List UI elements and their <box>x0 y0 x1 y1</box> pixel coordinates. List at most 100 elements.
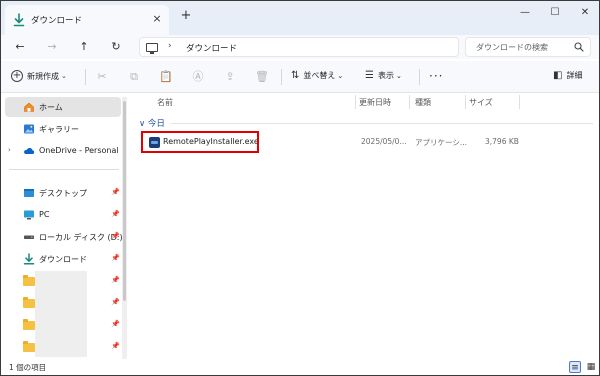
download-icon <box>13 13 25 27</box>
sidebar-scroll-thumb[interactable] <box>123 101 126 301</box>
sidebar-item-downloads[interactable]: ダウンロード 📌 <box>5 249 121 269</box>
chevron-down-icon: ⌄ <box>61 72 67 80</box>
desktop-icon <box>24 189 34 197</box>
pin-icon[interactable]: 📌 <box>111 342 120 350</box>
column-header-type[interactable]: 種類 <box>415 97 431 108</box>
pin-icon[interactable]: 📌 <box>111 188 120 196</box>
rename-icon[interactable]: Ⓐ <box>191 70 205 84</box>
cut-icon[interactable]: ✂ <box>95 70 109 84</box>
pin-icon[interactable]: 📌 <box>111 276 120 284</box>
sidebar-divider <box>9 169 119 170</box>
download-icon <box>23 253 35 265</box>
file-modified: 2025/05/0... <box>361 137 407 146</box>
drive-icon <box>24 235 34 239</box>
folder-icon <box>23 319 35 330</box>
command-bar: + 新規作成 ⌄ ✂ ⧉ 📋 Ⓐ ⇪ 🗑 ⇅ 並べ替え ⌄ ☰ 表示 ⌄ ··· ◧ 詳細 <box>1 61 599 93</box>
search-input[interactable]: ダウンロードの検索 <box>465 37 591 57</box>
up-button[interactable]: ↑ <box>75 39 93 55</box>
folder-icon <box>23 275 35 286</box>
new-label: 新規作成 <box>27 71 59 81</box>
file-type: アプリケーシ... <box>415 138 468 147</box>
item-count: 1 個の項目 <box>9 363 47 372</box>
search-icon <box>574 42 584 52</box>
details-pane-button[interactable]: ◧ 詳細 <box>553 70 582 84</box>
search-placeholder: ダウンロードの検索 <box>476 43 548 52</box>
chevron-down-icon: ⌄ <box>337 71 344 80</box>
sidebar-item-pc[interactable]: PC 📌 <box>5 205 121 225</box>
group-divider <box>171 123 593 124</box>
path-chevron-icon[interactable]: › <box>168 41 172 51</box>
toolbar-divider <box>281 69 282 85</box>
chevron-down-icon: ⌄ <box>395 71 402 80</box>
sort-icon: ⇅ <box>291 70 300 81</box>
view-icon: ☰ <box>365 70 374 81</box>
pin-icon[interactable]: 📌 <box>111 320 120 328</box>
details-view-icon[interactable]: ≡ <box>569 361 581 373</box>
sidebar-item-label: PC <box>39 210 50 219</box>
chevron-right-icon[interactable]: › <box>8 146 11 154</box>
status-bar: 1 個の項目 ≡ ▦ <box>1 359 599 375</box>
toolbar-divider <box>419 69 420 85</box>
maximize-button[interactable]: ☐ <box>545 5 565 21</box>
sidebar-item-label: OneDrive - Personal <box>39 146 119 155</box>
sidebar-item-local-disk-d[interactable]: ローカル ディスク (D:) 📌 <box>5 227 123 247</box>
minimize-button[interactable]: — <box>515 5 535 21</box>
tiles-view-icon[interactable]: ▦ <box>585 361 597 373</box>
tab-downloads[interactable]: ダウンロード × <box>5 5 169 35</box>
gallery-icon <box>24 124 34 134</box>
pc-icon <box>24 210 34 220</box>
toolbar-divider <box>85 69 86 85</box>
sidebar-item-desktop[interactable]: デスクトップ 📌 <box>5 183 121 203</box>
file-explorer-window: ダウンロード × + — ☐ ✕ ← → ↑ ↻ › ダウンロード ダウンロード… <box>0 0 600 376</box>
pc-icon <box>146 43 158 54</box>
highlight-annotation <box>141 131 259 153</box>
details-pane-icon: ◧ <box>553 70 563 81</box>
pin-icon[interactable]: 📌 <box>111 254 120 262</box>
sidebar-item-onedrive[interactable]: › OneDrive - Personal <box>5 141 121 161</box>
tab-title: ダウンロード <box>31 16 83 26</box>
view-button[interactable]: ☰ 表示 ⌄ <box>365 70 402 84</box>
forward-button[interactable]: → <box>43 39 61 55</box>
column-divider[interactable] <box>465 95 466 109</box>
path-field[interactable]: › ダウンロード <box>139 37 459 57</box>
file-size: 3,796 KB <box>485 137 519 146</box>
back-button[interactable]: ← <box>11 39 29 55</box>
sidebar-item-gallery[interactable]: ギャラリー <box>5 119 121 139</box>
folder-icon <box>23 297 35 308</box>
breadcrumb-downloads[interactable]: ダウンロード <box>186 42 237 54</box>
close-window-button[interactable]: ✕ <box>575 5 595 21</box>
more-options-button[interactable]: ··· <box>429 69 443 83</box>
onedrive-icon <box>24 148 35 154</box>
column-divider[interactable] <box>355 95 356 109</box>
pin-icon[interactable]: 📌 <box>111 298 120 306</box>
column-header-size[interactable]: サイズ <box>469 97 493 108</box>
refresh-button[interactable]: ↻ <box>107 39 125 55</box>
share-icon[interactable]: ⇪ <box>223 70 237 84</box>
details-label: 詳細 <box>566 71 583 80</box>
sort-button[interactable]: ⇅ 並べ替え ⌄ <box>291 70 343 84</box>
sidebar-item-label: デスクトップ <box>39 189 87 198</box>
tab-close-icon[interactable]: × <box>150 12 164 26</box>
sidebar-item-label: ホーム <box>39 103 63 112</box>
group-header-today[interactable]: ∨ 今日 <box>139 117 165 129</box>
copy-icon[interactable]: ⧉ <box>127 70 141 84</box>
column-divider[interactable] <box>409 95 410 109</box>
sidebar-item-label: ギャラリー <box>39 125 79 134</box>
delete-icon[interactable]: 🗑 <box>255 70 269 84</box>
view-label: 表示 <box>377 71 394 80</box>
paste-icon[interactable]: 📋 <box>159 70 173 84</box>
column-divider[interactable] <box>519 95 520 109</box>
new-tab-button[interactable]: + <box>179 9 193 23</box>
home-icon <box>24 102 34 112</box>
sidebar-item-label: ダウンロード <box>39 255 87 264</box>
title-bar: ダウンロード × + — ☐ ✕ <box>1 1 599 35</box>
new-button[interactable]: + 新規作成 ⌄ <box>11 70 67 84</box>
pin-icon[interactable]: 📌 <box>111 210 120 218</box>
sidebar-item-home[interactable]: ホーム <box>5 97 121 117</box>
pin-icon[interactable]: 📌 <box>111 232 120 240</box>
folder-icon <box>23 341 35 352</box>
plus-icon: + <box>11 70 23 82</box>
redacted-folder-names <box>35 271 87 357</box>
column-header-name[interactable]: 名前 <box>157 97 173 108</box>
column-header-modified[interactable]: 更新日時 <box>359 97 391 108</box>
